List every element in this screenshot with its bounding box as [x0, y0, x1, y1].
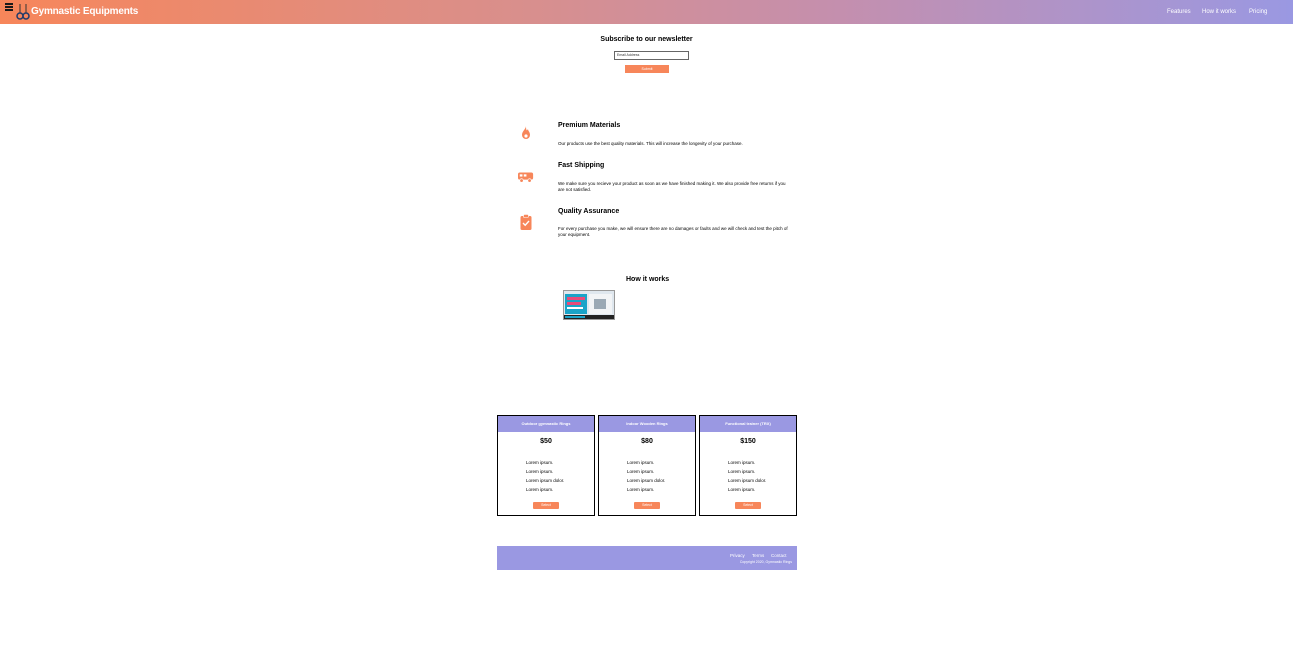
pricing-feature-item: Lorem ipsum.: [627, 487, 655, 492]
pricing-feature-list: Lorem ipsum. Lorem ipsum. Lorem ipsum do…: [526, 458, 564, 494]
copyright-text: Copyright 2020, Gymnastic Rings: [739, 560, 792, 564]
feature-text-premium-materials: Our products use the best quality materi…: [558, 141, 743, 146]
nav-link-how-it-works[interactable]: How it works: [1202, 9, 1236, 15]
gymnastic-rings-logo-icon: [16, 4, 30, 20]
how-it-works-video[interactable]: [563, 290, 615, 320]
pricing-card-price: $150: [740, 438, 756, 445]
pricing-feature-list: Lorem ipsum. Lorem ipsum. Lorem ipsum do…: [627, 458, 665, 494]
email-input[interactable]: Email Address: [614, 51, 689, 60]
select-button[interactable]: Select: [634, 502, 660, 509]
pricing-card-price: $80: [641, 438, 653, 445]
hamburger-menu-icon[interactable]: [5, 3, 13, 11]
footer-link-terms[interactable]: Terms: [752, 553, 764, 558]
pricing-feature-item: Lorem ipsum.: [728, 469, 756, 474]
footer-link-contact[interactable]: Contact: [771, 553, 787, 558]
pricing-card-title: Indoor Wooden Rings: [599, 416, 695, 432]
pricing-card-title: Outdoor gymnastic Rings: [498, 416, 594, 432]
select-button[interactable]: Select: [533, 502, 559, 509]
video-thumbnail: [564, 291, 614, 319]
pricing-feature-item: Lorem ipsum dolor.: [526, 478, 565, 483]
feature-text-fast-shipping: We make sure you recieve your product as…: [558, 181, 786, 192]
clipboard-check-icon: [520, 214, 532, 230]
pricing-feature-item: Lorem ipsum dolor.: [627, 478, 666, 483]
feature-title-fast-shipping: Fast Shipping: [558, 162, 605, 169]
fire-icon: [522, 126, 530, 139]
pricing-feature-item: Lorem ipsum dolor.: [728, 478, 767, 483]
pricing-card-title: Functional trainer (TRX): [700, 416, 796, 432]
feature-title-premium-materials: Premium Materials: [558, 122, 621, 129]
feature-text-quality-assurance: For every purchase you make, we will ens…: [558, 226, 788, 237]
pricing-feature-item: Lorem ipsum.: [728, 460, 756, 465]
feature-title-quality-assurance: Quality Assurance: [558, 208, 620, 215]
pricing-feature-item: Lorem ipsum.: [627, 469, 655, 474]
how-it-works-title: How it works: [626, 276, 670, 283]
pricing-feature-item: Lorem ipsum.: [526, 487, 554, 492]
truck-icon: [518, 172, 534, 183]
select-button[interactable]: Select: [735, 502, 761, 509]
brand-title[interactable]: Gymnastic Equipments: [31, 6, 138, 17]
pricing-card-price: $50: [540, 438, 552, 445]
pricing-feature-item: Lorem ipsum.: [728, 487, 756, 492]
pricing-feature-item: Lorem ipsum.: [526, 460, 554, 465]
nav-link-features[interactable]: Features: [1167, 9, 1191, 15]
pricing-card: Indoor Wooden Rings $80 Lorem ipsum. Lor…: [598, 415, 696, 516]
pricing-card: Outdoor gymnastic Rings $50 Lorem ipsum.…: [497, 415, 595, 516]
submit-button[interactable]: Submit: [625, 65, 669, 73]
pricing-card: Functional trainer (TRX) $150 Lorem ipsu…: [699, 415, 797, 516]
pricing-feature-item: Lorem ipsum.: [526, 469, 554, 474]
pricing-feature-item: Lorem ipsum.: [627, 460, 655, 465]
footer: Privacy Terms Contact Copyright 2020, Gy…: [497, 546, 797, 570]
newsletter-title: Subscribe to our newsletter: [600, 36, 693, 43]
top-navbar: Gymnastic Equipments Features How it wor…: [0, 0, 1293, 24]
pricing-feature-list: Lorem ipsum. Lorem ipsum. Lorem ipsum do…: [728, 458, 766, 494]
nav-link-pricing[interactable]: Pricing: [1249, 9, 1267, 15]
footer-link-privacy[interactable]: Privacy: [730, 553, 745, 558]
